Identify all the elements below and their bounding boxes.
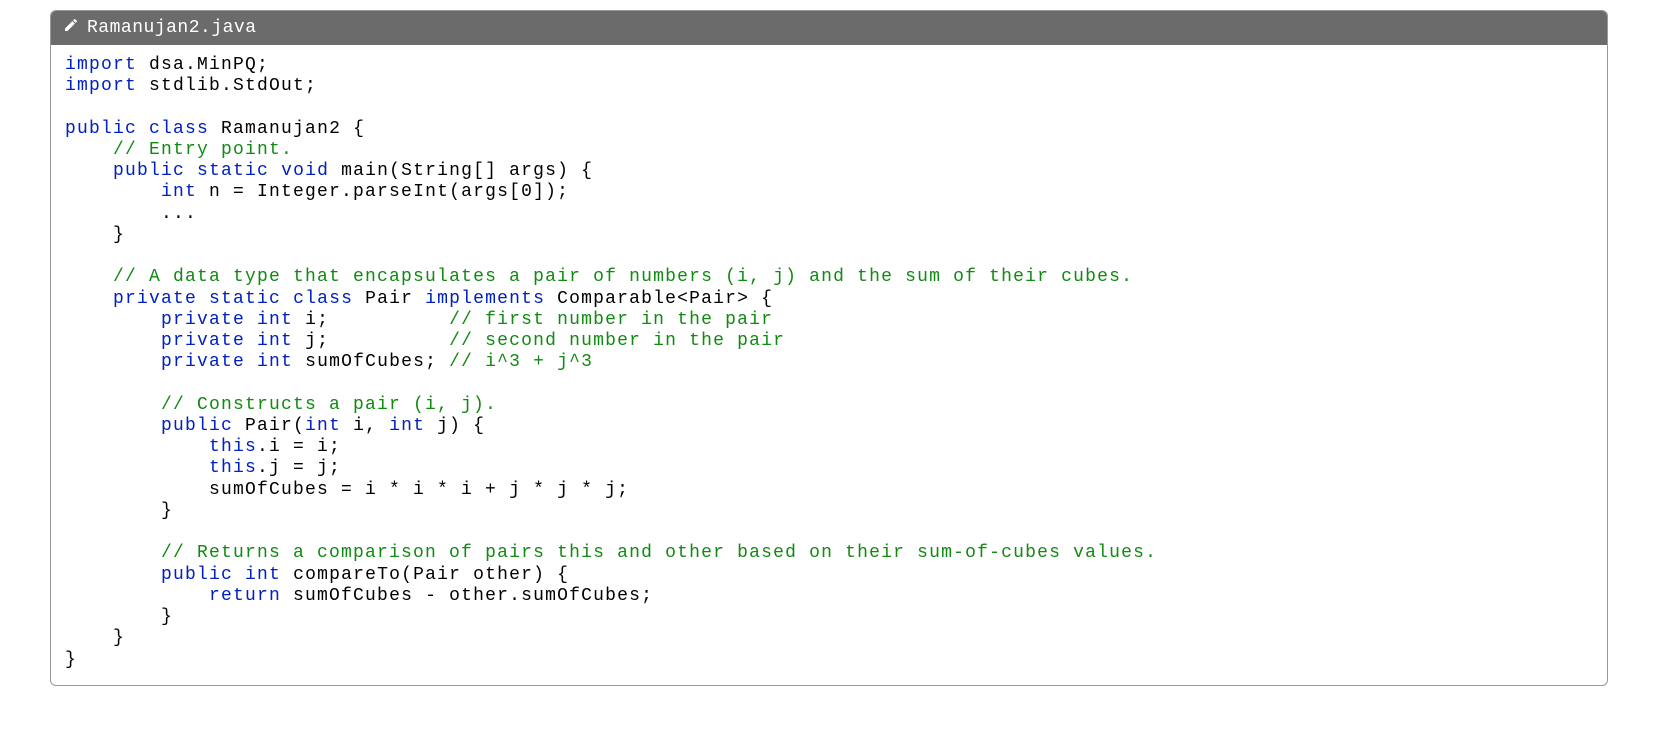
code-header: Ramanujan2.java bbox=[51, 11, 1607, 45]
edit-icon bbox=[63, 17, 79, 39]
code-listing: Ramanujan2.java import dsa.MinPQ; import… bbox=[50, 10, 1608, 686]
code-filename: Ramanujan2.java bbox=[87, 18, 257, 38]
code-body: import dsa.MinPQ; import stdlib.StdOut; … bbox=[51, 45, 1607, 685]
